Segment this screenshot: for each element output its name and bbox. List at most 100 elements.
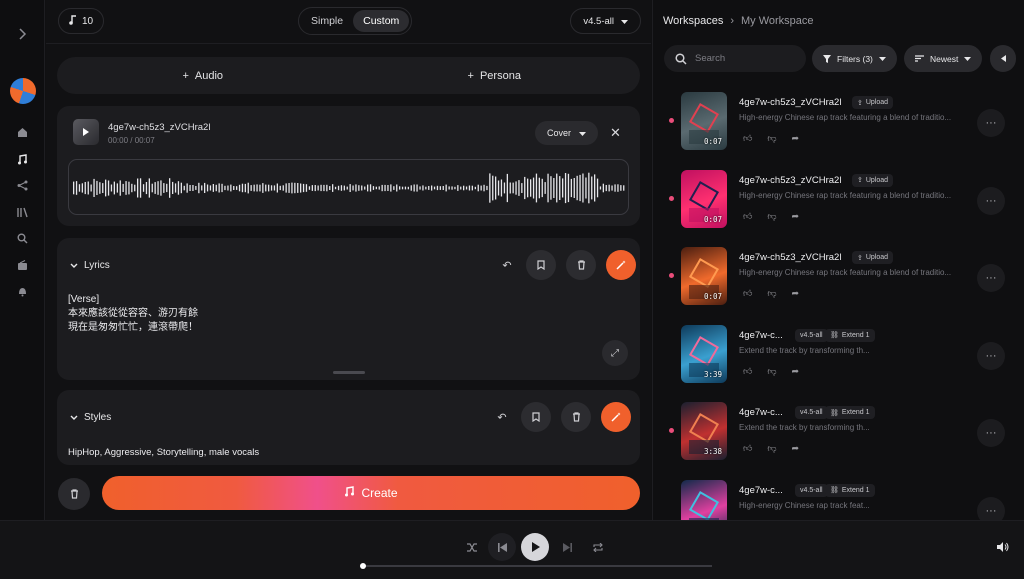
thumbs-up-icon[interactable]: 👍︎ xyxy=(743,288,752,299)
song-cover[interactable]: 3:38 xyxy=(681,402,727,460)
player-bar xyxy=(0,520,1024,579)
library-icon[interactable] xyxy=(14,204,30,220)
share-arrow-icon[interactable]: ➦ xyxy=(792,211,800,222)
clear-all-button[interactable] xyxy=(58,478,90,510)
song-title[interactable]: 4ge7w-c... xyxy=(739,407,783,418)
bookmark-icon[interactable] xyxy=(526,250,556,280)
trash-icon[interactable] xyxy=(566,250,596,280)
song-title[interactable]: 4ge7w-ch5z3_zVCHra2l xyxy=(739,175,841,186)
next-track-icon[interactable] xyxy=(556,533,578,561)
play-button[interactable] xyxy=(521,533,549,561)
song-row[interactable]: 0:07 4ge7w-ch5z3_zVCHra2l ⇪ Upload High-ener… xyxy=(653,243,1024,315)
add-audio-button[interactable]: + Audio xyxy=(57,57,349,94)
add-persona-button[interactable]: + Persona xyxy=(349,57,641,94)
waveform-bar xyxy=(515,181,517,195)
audio-waveform[interactable] xyxy=(68,159,629,215)
magic-wand-icon[interactable] xyxy=(606,250,636,280)
playback-progress[interactable] xyxy=(360,563,712,569)
song-more-button[interactable]: ··· xyxy=(977,419,1005,447)
undo-icon[interactable]: ↶ xyxy=(498,250,516,280)
song-duration: 0:07 xyxy=(703,292,722,301)
cover-dropdown[interactable]: Cover xyxy=(535,121,599,145)
song-cover[interactable]: 0:07 xyxy=(681,169,727,228)
styles-header[interactable]: Styles xyxy=(70,412,111,423)
filters-button[interactable]: Filters (3) xyxy=(812,45,897,72)
thumbs-up-icon[interactable]: 👍︎ xyxy=(743,211,752,222)
credits-badge[interactable]: 10 xyxy=(58,8,105,34)
waveform-bar xyxy=(157,181,159,195)
waveform-bar xyxy=(238,184,241,192)
waveform-bar xyxy=(611,185,613,191)
waveform-bar xyxy=(541,178,543,198)
thumbs-down-icon[interactable]: 👎︎ xyxy=(767,443,776,454)
song-title[interactable]: 4ge7w-c... xyxy=(739,485,783,496)
song-more-button[interactable]: ··· xyxy=(977,109,1005,137)
thumbs-up-icon[interactable]: 👍︎ xyxy=(743,133,752,144)
resize-handle[interactable] xyxy=(333,371,365,374)
expand-chevron-icon[interactable] xyxy=(14,26,30,42)
scroll-left-button[interactable] xyxy=(990,45,1016,72)
song-title[interactable]: 4ge7w-ch5z3_zVCHra2l xyxy=(739,252,841,263)
repeat-icon[interactable] xyxy=(588,533,608,561)
trash-icon[interactable] xyxy=(561,402,591,432)
progress-knob[interactable] xyxy=(360,563,366,569)
song-more-button[interactable]: ··· xyxy=(977,186,1005,215)
song-row[interactable]: 3:38 4ge7w-c... v4.5-all ⛓ Extend 1 Extend th… xyxy=(653,398,1024,470)
notification-bell-icon[interactable] xyxy=(14,283,30,299)
thumbs-down-icon[interactable]: 👎︎ xyxy=(767,288,776,299)
volume-icon[interactable] xyxy=(994,537,1012,557)
home-icon[interactable] xyxy=(14,124,30,140)
song-row[interactable]: 0:07 4ge7w-ch5z3_zVCHra2l ⇪ Upload High-ener… xyxy=(653,88,1024,160)
lyrics-textarea[interactable]: [Verse] 本來應該從從容容、游刃有餘 現在是匆匆忙忙，連滾帶爬！ xyxy=(68,293,198,335)
mode-toggle[interactable]: Simple Custom xyxy=(298,7,413,35)
share-nodes-icon[interactable] xyxy=(14,177,30,193)
waveform-bar xyxy=(544,182,546,194)
waveform-bar xyxy=(355,184,357,192)
thumbs-down-icon[interactable]: 👎︎ xyxy=(767,133,776,144)
waveform-bar xyxy=(236,186,238,190)
share-arrow-icon[interactable]: ➦ xyxy=(792,133,800,144)
waveform-bar xyxy=(559,176,561,200)
bookmark-icon[interactable] xyxy=(521,402,551,432)
song-row[interactable]: 0:07 4ge7w-ch5z3_zVCHra2l ⇪ Upload High-ener… xyxy=(653,166,1024,238)
share-arrow-icon[interactable]: ➦ xyxy=(792,366,800,377)
song-cover[interactable]: 0:07 xyxy=(681,92,727,150)
mode-simple[interactable]: Simple xyxy=(301,10,353,32)
song-cover[interactable]: 0:07 xyxy=(681,247,727,305)
model-version-select[interactable]: v4.5-all xyxy=(570,8,641,34)
styles-label: Styles xyxy=(84,412,112,423)
previous-track-icon[interactable] xyxy=(488,533,516,561)
magic-wand-icon[interactable] xyxy=(601,402,631,432)
create-button[interactable]: Create xyxy=(102,476,640,510)
audio-play-button[interactable] xyxy=(73,119,99,145)
share-arrow-icon[interactable]: ➦ xyxy=(792,288,800,299)
search-input[interactable]: Search xyxy=(664,45,806,72)
song-title[interactable]: 4ge7w-c... xyxy=(739,330,783,341)
song-cover[interactable]: 3:39 xyxy=(681,324,727,383)
search-icon[interactable] xyxy=(14,230,30,246)
sort-button[interactable]: Newest xyxy=(904,45,983,72)
share-arrow-icon[interactable]: ➦ xyxy=(792,443,800,454)
remove-audio-icon[interactable]: ✕ xyxy=(610,125,621,141)
mode-custom[interactable]: Custom xyxy=(353,10,410,32)
waveform-bar xyxy=(431,185,433,191)
radio-icon[interactable] xyxy=(14,257,30,273)
breadcrumb-workspaces[interactable]: Workspaces xyxy=(663,15,723,27)
song-more-button[interactable]: ··· xyxy=(977,264,1005,292)
expand-icon[interactable]: ⤢ xyxy=(602,340,628,366)
more-options-icon: ··· xyxy=(985,349,997,362)
undo-icon[interactable]: ↶ xyxy=(493,402,511,432)
thumbs-up-icon[interactable]: 👍︎ xyxy=(743,443,752,454)
more-options-icon: ··· xyxy=(985,194,997,207)
thumbs-down-icon[interactable]: 👎︎ xyxy=(767,211,776,222)
create-music-icon[interactable] xyxy=(14,151,30,167)
lyrics-header[interactable]: Lyrics xyxy=(70,260,110,271)
shuffle-icon[interactable] xyxy=(462,533,482,561)
song-more-button[interactable]: ··· xyxy=(977,341,1005,370)
user-avatar[interactable] xyxy=(10,78,36,104)
thumbs-down-icon[interactable]: 👎︎ xyxy=(767,366,776,377)
thumbs-up-icon[interactable]: 👍︎ xyxy=(743,366,752,377)
song-row[interactable]: 3:39 4ge7w-c... v4.5-all ⛓ Extend 1 Extend th… xyxy=(653,321,1024,393)
song-title[interactable]: 4ge7w-ch5z3_zVCHra2l xyxy=(739,97,841,108)
styles-input[interactable]: HipHop, Aggressive, Storytelling, male v… xyxy=(68,447,259,458)
